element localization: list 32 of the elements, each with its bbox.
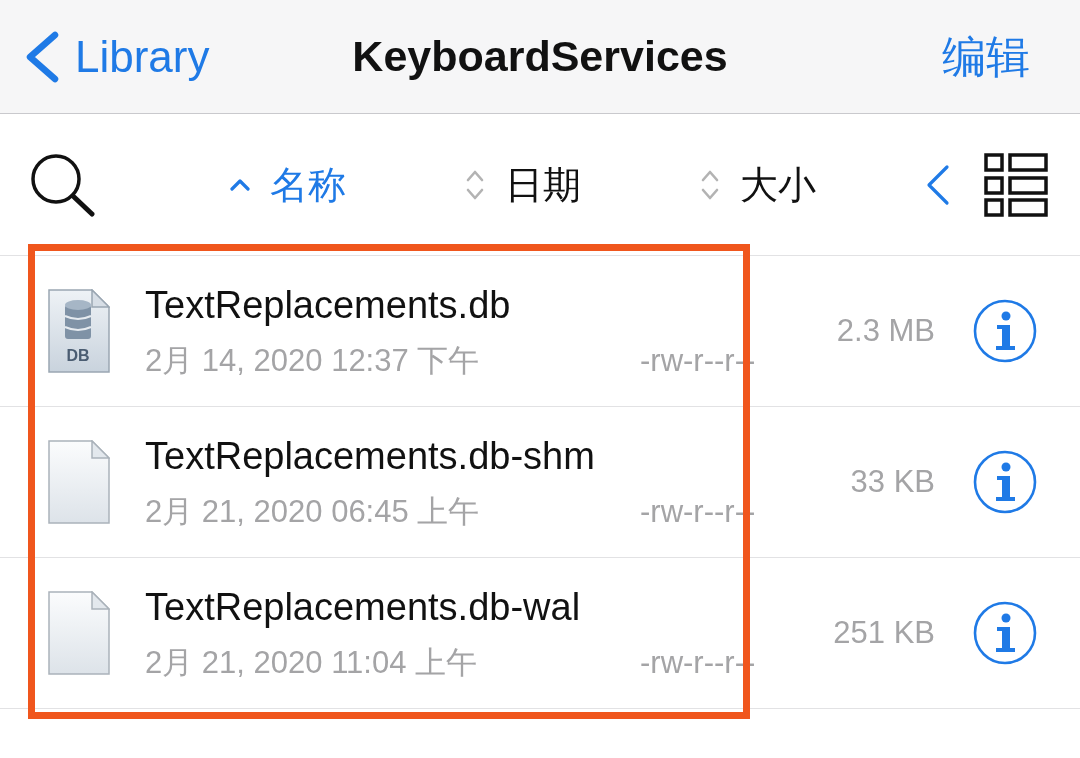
document-file-icon	[48, 591, 110, 675]
file-name: TextReplacements.db-shm	[145, 434, 596, 478]
sort-tab[interactable]: 大小	[700, 165, 816, 204]
info-button[interactable]	[973, 299, 1037, 363]
edit-button[interactable]: 编辑	[942, 34, 1080, 79]
back-button[interactable]: Library	[0, 30, 210, 83]
search-icon	[30, 152, 96, 217]
info-icon	[973, 601, 1037, 665]
window-title: KeyboardServices	[352, 35, 728, 78]
file-date: 2月 14, 2020 12:37 下午	[145, 343, 481, 379]
file-date: 2月 21, 2020 11:04 上午	[145, 645, 479, 681]
caret-up-icon	[230, 178, 250, 191]
info-icon	[973, 450, 1037, 514]
file-name: TextReplacements.db	[145, 283, 512, 327]
file-size: 251 KB	[833, 615, 935, 651]
file-size: 2.3 MB	[836, 313, 935, 349]
sort-tab[interactable]: 日期	[465, 165, 700, 204]
list-view-button[interactable]	[984, 152, 1048, 217]
database-file-icon: DB	[48, 289, 110, 373]
info-icon	[973, 299, 1037, 363]
document-file-icon	[48, 440, 110, 524]
file-name: TextReplacements.db-wal	[145, 585, 582, 629]
info-button[interactable]	[973, 601, 1037, 665]
sort-tab[interactable]: 名称	[230, 165, 465, 204]
file-date: 2月 21, 2020 06:45 上午	[145, 494, 481, 530]
chevron-left-icon	[926, 163, 950, 206]
list-view-icon	[984, 152, 1048, 217]
file-size: 33 KB	[850, 464, 935, 500]
search-button[interactable]	[30, 152, 96, 217]
collapse-button[interactable]	[926, 163, 950, 206]
chevron-left-icon	[25, 30, 59, 83]
info-button[interactable]	[973, 450, 1037, 514]
